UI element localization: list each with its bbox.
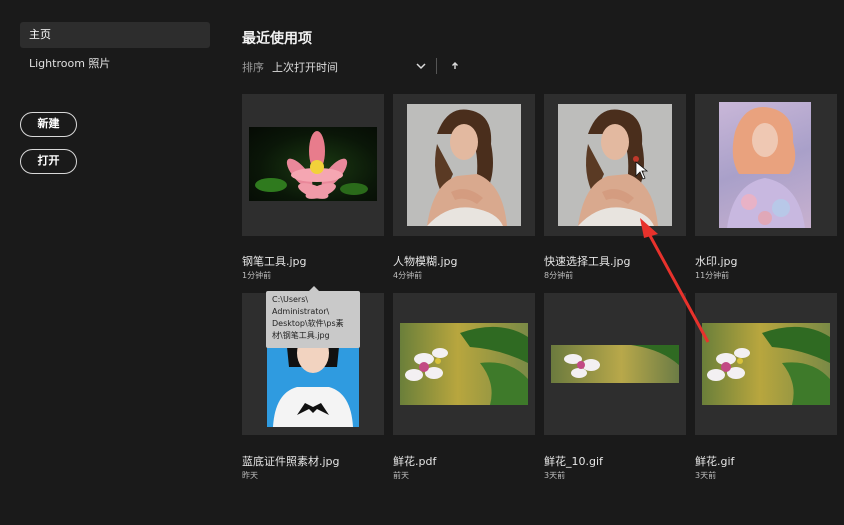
file-name[interactable]: 鲜花_10.gif xyxy=(544,453,603,469)
page-title: 最近使用项 xyxy=(242,31,312,47)
file-tile[interactable] xyxy=(393,94,535,236)
sort-label: 排序 xyxy=(242,61,264,74)
file-name[interactable]: 蓝底证件照素材.jpg xyxy=(242,453,340,469)
file-tile[interactable] xyxy=(242,94,384,236)
file-tile[interactable] xyxy=(695,293,837,435)
open-button[interactable]: 打开 xyxy=(20,149,77,174)
sort-row: 排序 上次打开时间 xyxy=(242,57,472,75)
watercolor-portrait-thumbnail-icon xyxy=(719,102,811,228)
file-time: 1分钟前 xyxy=(242,271,272,280)
file-name[interactable]: 人物模糊.jpg xyxy=(393,253,458,269)
sidebar-item-label: 主页 xyxy=(29,28,51,41)
file-time: 4分钟前 xyxy=(393,271,423,280)
file-name[interactable]: 钢笔工具.jpg xyxy=(242,253,307,269)
file-tile[interactable] xyxy=(544,94,686,236)
portrait-thumbnail-icon xyxy=(558,104,672,226)
file-name[interactable]: 快速选择工具.jpg xyxy=(544,253,631,269)
tooltip-line: 材\钢笔工具.jpg xyxy=(272,331,330,340)
sort-select[interactable]: 上次打开时间 xyxy=(272,59,338,75)
file-time: 昨天 xyxy=(242,471,258,480)
file-time: 前天 xyxy=(393,471,409,480)
file-tile[interactable] xyxy=(544,293,686,435)
file-time: 11分钟前 xyxy=(695,271,730,280)
file-name[interactable]: 鲜花.gif xyxy=(695,453,734,469)
tooltip-line: Desktop\软件\ps素 xyxy=(272,319,344,328)
tooltip-line: C:\Users\ xyxy=(272,295,309,304)
lotus-thumbnail-icon xyxy=(249,127,377,201)
sidebar-item-label: Lightroom 照片 xyxy=(29,57,111,70)
portrait-thumbnail-icon xyxy=(407,104,521,226)
flower-thumbnail-icon xyxy=(400,323,528,405)
tooltip-line: Administrator\ xyxy=(272,307,330,316)
sort-direction-up-icon[interactable] xyxy=(449,57,461,75)
file-tile[interactable] xyxy=(393,293,535,435)
flower-thumbnail-icon xyxy=(551,345,679,383)
file-tile[interactable] xyxy=(695,94,837,236)
divider xyxy=(436,58,437,74)
sidebar-item-lightroom-photos[interactable]: Lightroom 照片 xyxy=(20,51,210,77)
new-button[interactable]: 新建 xyxy=(20,112,77,137)
sidebar-item-home[interactable]: 主页 xyxy=(20,22,210,48)
flower-thumbnail-icon xyxy=(702,323,830,405)
file-name[interactable]: 水印.jpg xyxy=(695,253,738,269)
chevron-down-icon[interactable] xyxy=(414,57,428,75)
file-name[interactable]: 鲜花.pdf xyxy=(393,453,436,469)
file-path-tooltip: C:\Users\ Administrator\ Desktop\软件\ps素 … xyxy=(266,291,360,348)
file-time: 8分钟前 xyxy=(544,271,574,280)
file-time: 3天前 xyxy=(544,471,566,480)
file-time: 3天前 xyxy=(695,471,717,480)
sidebar: 主页 Lightroom 照片 新建 打开 xyxy=(0,0,222,525)
